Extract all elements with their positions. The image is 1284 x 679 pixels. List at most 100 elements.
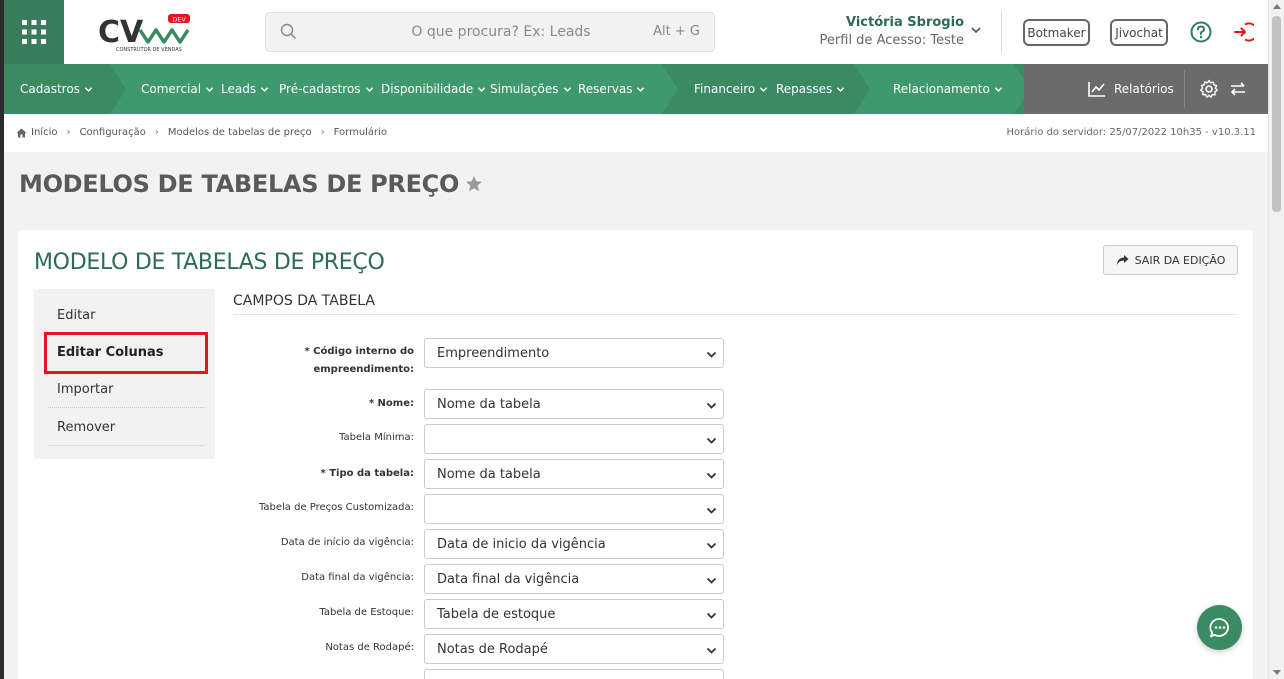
chevron-down-icon [260,86,269,92]
nav-relatorios[interactable]: Relatórios [1088,64,1174,114]
nav-tools: Relatórios [1024,64,1268,114]
breadcrumb-configuracao[interactable]: Configuração [79,127,145,138]
breadcrumb-inicio[interactable]: Início [31,127,57,138]
page-scrollbar[interactable] [1268,0,1284,679]
field-select-estoque[interactable]: Tabela de estoque [424,599,724,629]
nav-reservas[interactable]: Reservas [578,64,645,114]
gear-icon[interactable] [1199,79,1219,99]
side-menu-remover[interactable]: Remover [48,409,205,446]
user-name: Victória Sbrogio [845,15,964,30]
field-select-data-final[interactable]: Data final da vigência [424,564,724,594]
help-icon[interactable] [1190,21,1212,43]
nav-comercial[interactable]: Comercial [141,64,214,114]
side-menu-importar[interactable]: Importar [48,371,205,408]
breadcrumb-separator-icon: › [320,127,325,138]
breadcrumb: Início › Configuração › Modelos de tabel… [16,127,387,138]
search-shortcut: Alt + G [653,24,700,39]
search-input[interactable] [306,13,626,51]
field-label-data-final: Data final da vigência: [301,572,414,583]
global-search[interactable]: Alt + G [265,12,715,52]
field-value: Nome da tabela [437,396,541,412]
chevron-down-icon [706,647,717,654]
field-select-data-inicio[interactable]: Data de inicio da vigência [424,529,724,559]
user-profile: Perfil de Acesso: Teste [819,33,964,48]
home-icon [16,128,27,137]
top-header: CV DEV CONSTRUTOR DE VENDAS Alt + G Vict… [4,0,1268,64]
section-title: CAMPOS DA TABELA [233,293,375,309]
header-divider [1001,12,1002,52]
star-icon[interactable] [465,175,483,193]
chevron-down-icon [760,86,768,92]
field-select-customizada[interactable] [424,494,724,524]
nav-financeiro[interactable]: Financeiro [694,64,768,114]
swap-arrows-icon[interactable] [1228,79,1248,99]
section-divider [233,314,1238,315]
chevron-down-icon [837,86,845,92]
chevron-down-icon [478,86,486,92]
breadcrumb-bar: Início › Configuração › Modelos de tabel… [4,114,1268,152]
nav-simulacoes[interactable]: Simulações [490,64,572,114]
breadcrumb-modelos[interactable]: Modelos de tabelas de preço [168,127,312,138]
nav-disponibilidade[interactable]: Disponibilidade [381,64,486,114]
field-select-tipo[interactable]: Nome da tabela [424,459,724,489]
field-label-notas: Notas de Rodapé: [325,642,414,653]
field-select-tabela-minima[interactable] [424,424,724,454]
chevron-down-icon [994,86,1002,92]
field-select-notas[interactable]: Notas de Rodapé [424,634,724,664]
page-title: MODELOS DE TABELAS DE PREÇO [19,170,483,198]
breadcrumb-separator-icon: › [66,127,71,138]
nav-relacionamento[interactable]: Relacionamento [893,64,1003,114]
logo-badge: DEV [172,16,186,24]
field-label-tabela-minima: Tabela Mínima: [339,432,414,443]
field-label-data-inicio: Data de início da vigência: [280,537,414,548]
field-select-nome[interactable]: Nome da tabela [424,389,724,419]
nav-leads[interactable]: Leads [221,64,269,114]
page-title-text: MODELOS DE TABELAS DE PREÇO [19,170,460,198]
field-label-codigo: * Código interno do empreendimento: [304,346,414,375]
exit-edit-button[interactable]: SAIR DA EDIÇÃO [1103,245,1238,275]
field-value: Tabela de estoque [437,606,556,622]
side-menu-editar[interactable]: Editar [48,297,205,334]
field-label-customizada: Tabela de Preços Customizada: [258,502,414,513]
main-nav: Cadastros Comercial Leads Pré-cadastros … [4,64,1268,114]
chevron-down-icon [637,86,645,92]
chevron-down-icon [706,437,717,444]
chart-line-icon [1088,82,1105,97]
field-select-next[interactable] [424,669,724,679]
logo-text: CV [98,15,144,50]
user-info[interactable]: Victória Sbrogio Perfil de Acesso: Teste [814,14,964,50]
logout-icon[interactable] [1232,21,1254,43]
nav-cadastros[interactable]: Cadastros [20,64,93,114]
nav-repasses[interactable]: Repasses [776,64,845,114]
chevron-down-icon [706,351,717,358]
search-icon [280,23,297,40]
field-select-codigo[interactable]: Empreendimento [424,338,724,368]
chevron-down-icon [706,542,717,549]
form-card: MODELO DE TABELAS DE PREÇO SAIR DA EDIÇÃ… [18,230,1253,679]
chevron-down-icon [706,577,717,584]
field-value: Empreendimento [437,345,550,361]
chat-button[interactable] [1197,605,1242,650]
grid-icon [22,20,46,44]
field-value: Data de inicio da vigência [437,536,606,552]
nav-pre-cadastros[interactable]: Pré-cadastros [279,64,374,114]
chat-bubble-icon [1209,617,1229,637]
apps-grid-button[interactable] [4,0,64,64]
scroll-thumb[interactable] [1272,16,1281,212]
card-title: MODELO DE TABELAS DE PREÇO [34,250,385,275]
side-menu: Editar Editar Colunas Importar Remover [34,289,215,459]
chevron-down-icon [365,86,373,92]
scroll-down-arrow-icon[interactable] [1273,670,1281,675]
breadcrumb-separator-icon: › [154,127,159,138]
cv-logo[interactable]: CV DEV CONSTRUTOR DE VENDAS [96,12,196,54]
chevron-down-icon [84,86,93,92]
chevron-down-icon [706,507,717,514]
chevron-down-icon [205,86,214,92]
botmaker-button[interactable]: Botmaker [1023,19,1090,46]
field-value: Notas de Rodapé [437,641,548,657]
user-menu-chevron-icon[interactable] [970,24,982,36]
jivochat-button[interactable]: Jivochat [1110,19,1168,46]
scroll-up-arrow-icon[interactable] [1273,4,1281,9]
logo-subtitle: CONSTRUTOR DE VENDAS [116,47,182,53]
field-value: Nome da tabela [437,466,541,482]
